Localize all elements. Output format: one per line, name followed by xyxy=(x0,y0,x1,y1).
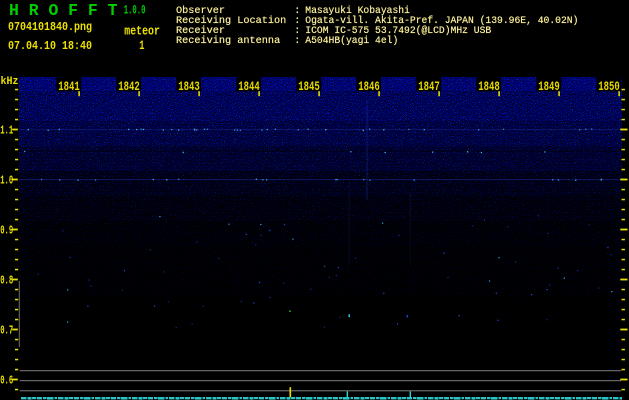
svg-text:1845: 1845 xyxy=(298,79,320,94)
svg-text:1: 1 xyxy=(139,39,144,53)
svg-text:1846: 1846 xyxy=(358,79,380,94)
svg-text:1847: 1847 xyxy=(418,79,440,94)
svg-text:0.9: 0.9 xyxy=(0,224,13,238)
svg-text:1843: 1843 xyxy=(178,79,200,94)
svg-text:1.1: 1.1 xyxy=(0,124,13,138)
svg-text:Receiving antenna: Receiving antenna xyxy=(176,35,280,47)
svg-text:1850: 1850 xyxy=(598,79,620,94)
svg-text:1849: 1849 xyxy=(538,79,560,94)
svg-text:1.0: 1.0 xyxy=(0,174,13,188)
svg-text:H R O F F T: H R O F F T xyxy=(9,1,118,20)
svg-text:1.0.0: 1.0.0 xyxy=(124,3,146,17)
svg-text:0.8: 0.8 xyxy=(0,274,13,288)
svg-text:meteor: meteor xyxy=(124,24,160,38)
svg-text:1842: 1842 xyxy=(118,79,140,94)
svg-text:kHz: kHz xyxy=(1,76,19,88)
svg-text:A504HB(yagi 4el): A504HB(yagi 4el) xyxy=(305,35,398,47)
svg-text:07.04.10 18:40: 07.04.10 18:40 xyxy=(8,40,92,53)
svg-text:1848: 1848 xyxy=(478,79,500,94)
svg-text:0704101840.png: 0704101840.png xyxy=(8,21,92,34)
svg-text:1841: 1841 xyxy=(58,79,80,94)
svg-text:0.7: 0.7 xyxy=(0,324,13,338)
svg-text:1844: 1844 xyxy=(238,79,260,94)
svg-text:0.6: 0.6 xyxy=(0,374,13,388)
svg-text::: : xyxy=(294,36,300,47)
